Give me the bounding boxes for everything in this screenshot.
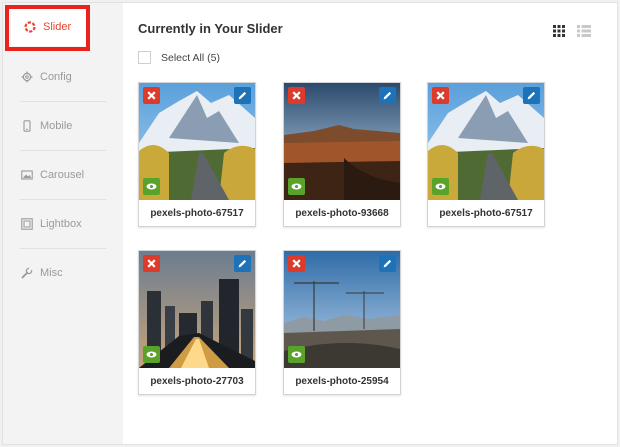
slide-card[interactable]: pexels-photo-93668 — [283, 82, 401, 227]
sidebar-item-label: Mobile — [40, 119, 73, 132]
edit-slide-button[interactable] — [523, 87, 540, 104]
sidebar-item-slider[interactable]: Slider — [11, 7, 86, 46]
select-all-label: Select All (5) — [161, 51, 220, 64]
wrench-icon — [20, 266, 34, 280]
sidebar-item-label: Carousel — [40, 168, 85, 181]
sidebar-item-config[interactable]: Config — [4, 52, 108, 101]
select-all-checkbox[interactable] — [138, 51, 151, 64]
carousel-icon — [20, 168, 34, 182]
sidebar-item-lightbox[interactable]: Lightbox — [4, 199, 108, 248]
slide-name: pexels-photo-93668 — [295, 208, 389, 219]
page-title: Currently in Your Slider — [138, 21, 283, 36]
gear-icon — [20, 70, 34, 84]
delete-slide-button[interactable] — [432, 87, 449, 104]
sidebar-item-label: Config — [40, 70, 72, 83]
delete-slide-button[interactable] — [143, 87, 160, 104]
delete-slide-button[interactable] — [288, 255, 305, 272]
lightbox-icon — [20, 217, 34, 231]
sidebar-item-label: Misc — [40, 266, 63, 279]
slide-name: pexels-photo-67517 — [439, 208, 533, 219]
view-slide-button[interactable] — [143, 178, 160, 195]
sidebar-item-misc[interactable]: Misc — [4, 248, 108, 297]
delete-slide-button[interactable] — [143, 255, 160, 272]
delete-slide-button[interactable] — [288, 87, 305, 104]
slide-name: pexels-photo-25954 — [295, 376, 389, 387]
edit-slide-button[interactable] — [234, 87, 251, 104]
view-slide-button[interactable] — [288, 346, 305, 363]
slide-card[interactable]: pexels-photo-25954 — [283, 250, 401, 395]
view-slide-button[interactable] — [143, 346, 160, 363]
list-view-icon[interactable] — [577, 24, 591, 37]
sidebar-item-label: Slider — [43, 20, 72, 33]
sidebar-item-mobile[interactable]: Mobile — [4, 101, 108, 150]
slide-card[interactable]: pexels-photo-27703 — [138, 250, 256, 395]
edit-slide-button[interactable] — [234, 255, 251, 272]
slide-name: pexels-photo-27703 — [150, 376, 244, 387]
sidebar-item-carousel[interactable]: Carousel — [4, 150, 108, 199]
slide-name: pexels-photo-67517 — [150, 208, 244, 219]
view-slide-button[interactable] — [288, 178, 305, 195]
select-all[interactable]: Select All (5) — [138, 51, 220, 64]
edit-slide-button[interactable] — [379, 87, 396, 104]
sidebar-item-label: Lightbox — [40, 217, 82, 230]
grid-view-icon[interactable] — [553, 24, 565, 37]
edit-slide-button[interactable] — [379, 255, 396, 272]
view-slide-button[interactable] — [432, 178, 449, 195]
slide-card[interactable]: pexels-photo-67517 — [427, 82, 545, 227]
slide-card[interactable]: pexels-photo-67517 — [138, 82, 256, 227]
mobile-icon — [20, 119, 34, 133]
lifebuoy-icon — [23, 20, 37, 34]
